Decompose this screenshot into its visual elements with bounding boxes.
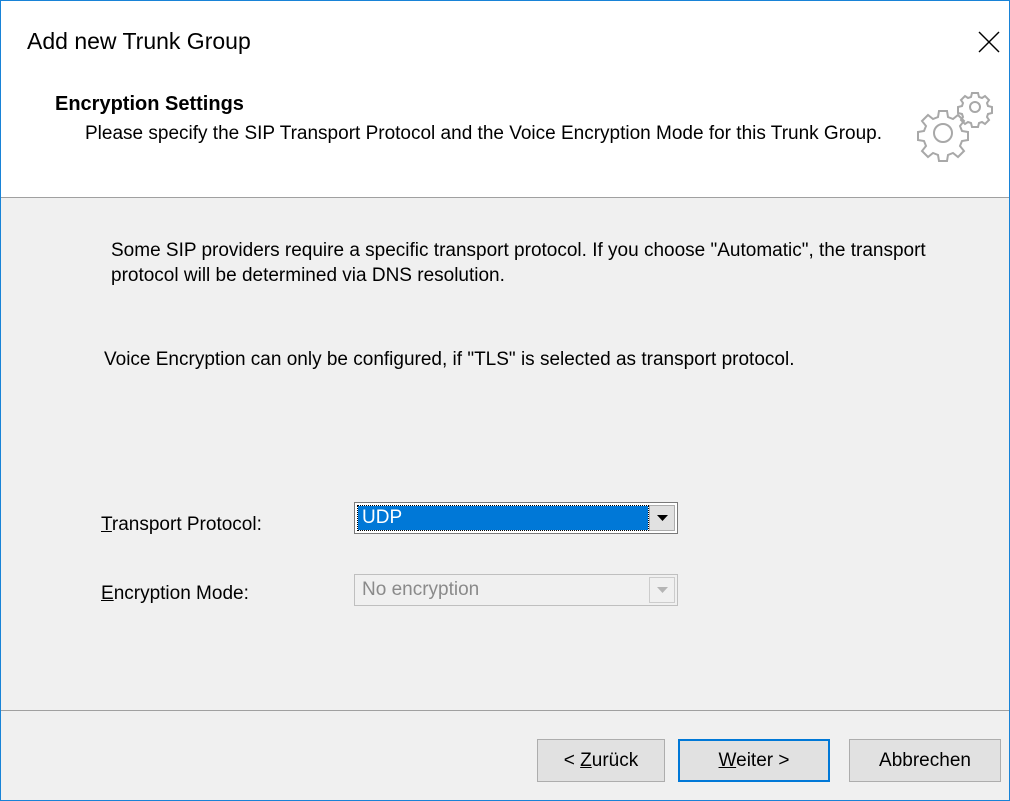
next-button[interactable]: Weiter > — [678, 739, 830, 782]
footer-divider — [1, 710, 1009, 711]
back-button[interactable]: < Zurück — [537, 739, 665, 782]
transport-protocol-select[interactable]: UDP — [354, 502, 678, 534]
window-title: Add new Trunk Group — [27, 28, 251, 54]
title-bar: Add new Trunk Group — [1, 1, 1009, 81]
chevron-down-icon — [657, 515, 668, 521]
gears-icon — [917, 92, 993, 162]
page-title: Encryption Settings — [55, 93, 244, 115]
encryption-info-text: Voice Encryption can only be configured,… — [104, 349, 795, 370]
close-icon — [978, 31, 1000, 53]
encryption-mode-value: No encryption — [362, 579, 480, 600]
transport-protocol-value: UDP — [357, 505, 649, 531]
encryption-mode-select[interactable]: No encryption — [354, 574, 678, 606]
wizard-header: Encryption Settings Please specify the S… — [1, 81, 1009, 198]
wizard-content: Some SIP providers require a specific tr… — [1, 198, 1009, 710]
close-button[interactable] — [969, 21, 1009, 65]
cancel-button[interactable]: Abbrechen — [849, 739, 1001, 782]
chevron-down-icon — [657, 587, 668, 593]
encryption-mode-label: Encryption Mode: — [101, 583, 249, 604]
dialog-window: Add new Trunk Group Encryption Settings … — [0, 0, 1010, 801]
transport-protocol-label: Transport Protocol: — [101, 514, 262, 535]
page-subtitle: Please specify the SIP Transport Protoco… — [85, 123, 883, 144]
encryption-mode-dropdown-button[interactable] — [649, 577, 675, 603]
transport-protocol-dropdown-button[interactable] — [649, 505, 675, 531]
transport-info-text: Some SIP providers require a specific tr… — [111, 240, 926, 286]
